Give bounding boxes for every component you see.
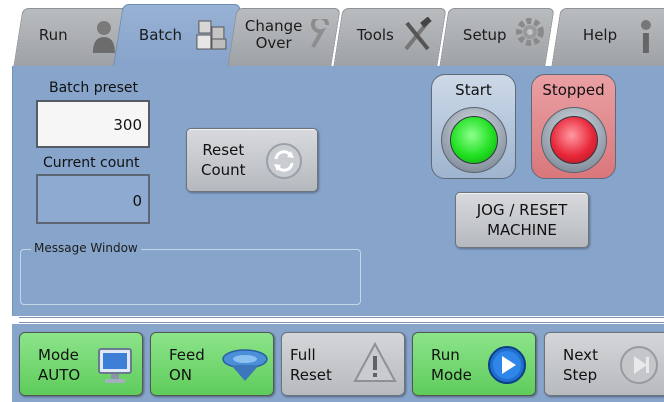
feed-line2: ON [169,366,193,384]
full-reset-line2: Reset [290,366,332,384]
stop-lamp-ring [541,107,607,173]
tab-change-over[interactable]: Change Over [227,8,341,66]
tab-help[interactable]: Help [551,8,664,66]
feed-bowl-icon [222,349,268,381]
jog-reset-machine-button[interactable]: JOG / RESET MACHINE [455,192,589,248]
next-step-button[interactable]: Next Step [544,332,664,396]
run-mode-button[interactable]: Run Mode [412,332,536,396]
play-icon [488,346,526,384]
tab-tools-label: Tools [356,26,394,44]
tab-tools[interactable]: Tools [333,8,447,66]
tab-run-label: Run [38,26,68,44]
next-step-icon [620,346,658,384]
feed-line1: Feed [169,346,205,364]
warning-icon [353,341,397,382]
gear-icon [515,18,544,46]
message-window-label: Message Window [31,241,141,255]
batch-preset-label: Batch preset [49,80,139,96]
stop-lamp-icon [550,116,598,164]
jog-line2: MACHINE [487,221,557,239]
next-step-line2: Step [563,366,598,384]
start-lamp-icon [450,116,498,164]
mode-line2: AUTO [38,366,81,384]
tab-change-over-label: Change Over [244,17,303,52]
tools-icon [404,17,432,51]
tab-batch[interactable]: Batch [113,4,241,66]
run-mode-text: Run Mode [431,345,472,385]
tab-change-over-line1: Change [244,17,303,35]
separator [19,317,664,323]
monitor-icon [98,348,132,383]
jog-line1: JOG / RESET [476,201,568,219]
start-label: Start [455,81,492,99]
mode-auto-text: Mode AUTO [38,345,80,385]
stopped-label: Stopped [542,81,605,99]
next-step-text: Next Step [563,345,598,385]
batch-panel: Batch preset 300 Current count 0 Reset C… [12,66,664,316]
tab-run[interactable]: Run [13,8,129,66]
full-reset-button[interactable]: Full Reset [281,332,405,396]
reset-count-text: Reset Count [201,140,246,180]
stop-button[interactable]: Stopped [531,74,616,179]
refresh-icon [266,143,302,179]
full-reset-text: Full Reset [290,345,332,385]
tab-help-label: Help [582,26,618,44]
mode-auto-button[interactable]: Mode AUTO [19,332,143,396]
feed-on-button[interactable]: Feed ON [150,332,274,396]
tab-batch-label: Batch [138,26,183,44]
mode-line1: Mode [38,346,79,364]
reset-count-button[interactable]: Reset Count [186,128,318,192]
batch-preset-field[interactable]: 300 [36,100,150,148]
tab-setup-label: Setup [462,26,507,44]
reset-count-line2: Count [201,161,246,179]
reset-count-line1: Reset [202,141,245,159]
message-window: Message Window [20,241,361,305]
boxes-icon [196,20,227,50]
tab-setup[interactable]: Setup [439,8,555,66]
tab-bar: Run Batch Change Over Tools Setup Help [0,0,664,66]
start-button[interactable]: Start [431,74,516,179]
run-mode-line2: Mode [431,366,472,384]
current-count-label: Current count [43,155,140,171]
run-mode-line1: Run [431,346,460,364]
next-step-line1: Next [563,346,598,364]
full-reset-line1: Full [290,346,316,364]
wrench-icon [310,19,329,48]
current-count-display: 0 [36,174,150,224]
feed-on-text: Feed ON [169,345,205,385]
start-lamp-ring [441,107,507,173]
person-icon [92,21,115,53]
info-icon [640,20,651,53]
tab-change-over-line2: Over [255,34,292,52]
